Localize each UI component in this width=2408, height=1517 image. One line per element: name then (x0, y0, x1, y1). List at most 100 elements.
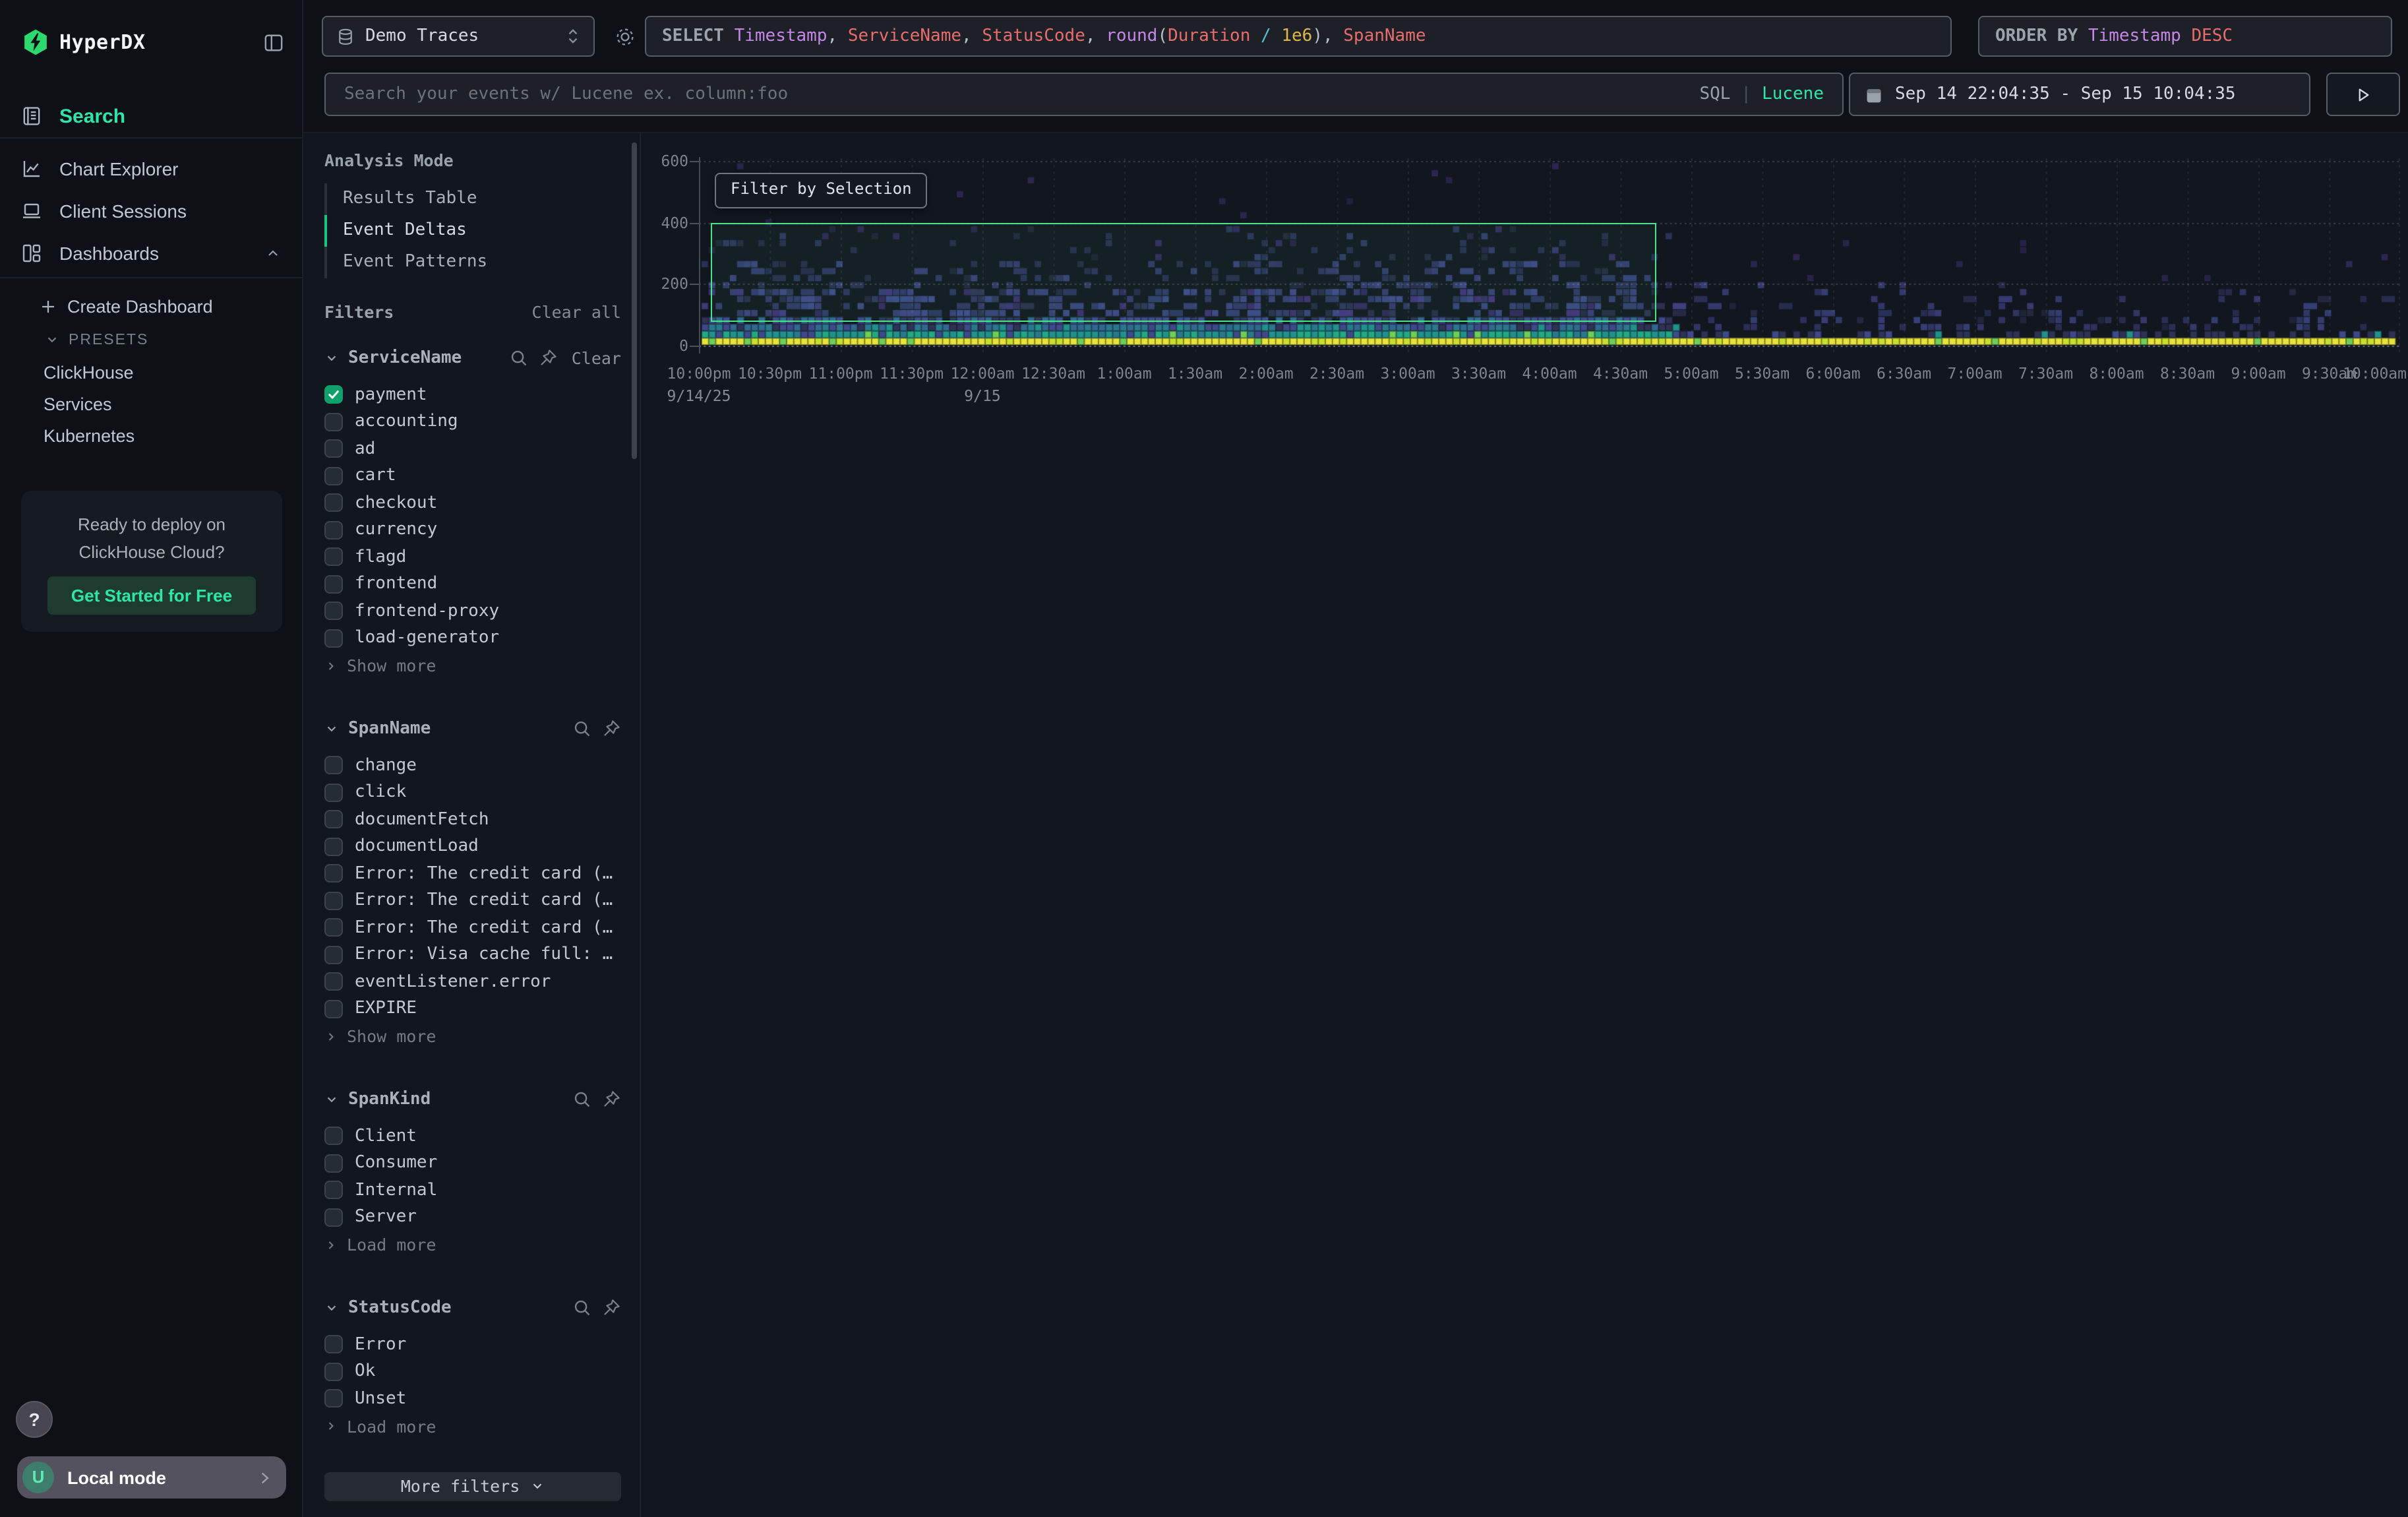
filter-item-documentload[interactable]: documentLoad (324, 833, 621, 860)
checkbox[interactable] (324, 413, 343, 431)
local-mode-user-chip[interactable]: U Local mode (17, 1456, 286, 1499)
create-dashboard-button[interactable]: Create Dashboard (0, 290, 302, 323)
filter-item-change[interactable]: change (324, 752, 621, 779)
checkbox[interactable] (324, 973, 343, 991)
checkbox[interactable] (324, 1336, 343, 1354)
filter-group-name[interactable]: SpanName (348, 718, 431, 738)
filter-item-load-generator[interactable]: load-generator (324, 625, 621, 652)
more-filters-button[interactable]: More filters (324, 1471, 621, 1501)
filter-group-name[interactable]: SpanKind (348, 1089, 431, 1109)
checkbox[interactable] (324, 784, 343, 802)
chart-selection[interactable] (711, 223, 1656, 323)
preset-kubernetes[interactable]: Kubernetes (0, 419, 302, 451)
filter-item-server[interactable]: Server (324, 1204, 621, 1231)
filter-pin-icon[interactable] (601, 718, 621, 738)
presets-section[interactable]: PRESETS (0, 323, 302, 356)
checkbox[interactable] (324, 838, 343, 856)
filter-group-name[interactable]: StatusCode (348, 1297, 452, 1317)
preset-clickhouse[interactable]: ClickHouse (0, 356, 302, 388)
filter-pin-icon[interactable] (601, 1297, 621, 1317)
filter-item-checkout[interactable]: checkout (324, 489, 621, 516)
checkbox[interactable] (324, 548, 343, 567)
preset-services[interactable]: Services (0, 388, 302, 419)
filter-item-frontend-proxy[interactable]: frontend-proxy (324, 598, 621, 625)
filter-item-consumer[interactable]: Consumer (324, 1150, 621, 1177)
checkbox[interactable] (324, 892, 343, 910)
filter-item-documentfetch[interactable]: documentFetch (324, 806, 621, 833)
checkbox[interactable] (324, 811, 343, 829)
checkbox[interactable] (324, 494, 343, 512)
time-range-picker[interactable]: Sep 14 22:04:35 - Sep 15 10:04:35 (1849, 73, 2310, 116)
filter-item-error[interactable]: Error (324, 1331, 621, 1358)
analysis-option-event-deltas[interactable]: Event Deltas (324, 215, 621, 247)
filter-item-cart[interactable]: cart (324, 462, 621, 489)
checkbox[interactable] (324, 1154, 343, 1173)
search-input[interactable] (344, 84, 1689, 104)
load-more-link[interactable]: Load more (324, 1412, 621, 1440)
checkbox-checked[interactable] (324, 386, 343, 404)
analysis-option-results-table[interactable]: Results Table (324, 183, 621, 215)
filter-item-error-visa-cache-full[interactable]: Error: Visa cache full: … (324, 941, 621, 968)
filter-item-ok[interactable]: Ok (324, 1358, 621, 1385)
checkbox[interactable] (324, 440, 343, 458)
collapse-sidebar-icon[interactable] (264, 32, 284, 52)
checkbox[interactable] (324, 865, 343, 883)
filter-pin-icon[interactable] (601, 1089, 621, 1109)
filter-item-error-the-credit-card[interactable]: Error: The credit card (… (324, 914, 621, 941)
filter-search-icon[interactable] (572, 718, 592, 738)
filter-item-accounting[interactable]: accounting (324, 408, 621, 435)
filter-item-expire[interactable]: EXPIRE (324, 995, 621, 1022)
filter-search-icon[interactable] (510, 348, 529, 367)
filter-search-icon[interactable] (572, 1089, 592, 1109)
sidebar-item-chart-explorer[interactable]: Chart Explorer (0, 148, 302, 190)
checkbox[interactable] (324, 919, 343, 937)
filter-item-internal[interactable]: Internal (324, 1177, 621, 1204)
filter-search-icon[interactable] (572, 1297, 592, 1317)
get-started-button[interactable]: Get Started for Free (47, 576, 256, 615)
data-source-select[interactable]: Demo Traces (322, 16, 595, 57)
source-settings-gear-icon[interactable] (605, 16, 645, 57)
filter-item-eventlistener-error[interactable]: eventListener.error (324, 968, 621, 995)
checkbox[interactable] (324, 1181, 343, 1200)
run-query-button[interactable] (2326, 73, 2400, 116)
checkbox[interactable] (324, 521, 343, 540)
checkbox[interactable] (324, 1000, 343, 1018)
filters-scrollbar[interactable] (632, 142, 637, 459)
checkbox[interactable] (324, 629, 343, 648)
filter-item-click[interactable]: click (324, 779, 621, 806)
filter-item-frontend[interactable]: frontend (324, 571, 621, 598)
select-query-input[interactable]: SELECT Timestamp, ServiceName, StatusCod… (645, 16, 1952, 57)
analysis-option-event-patterns[interactable]: Event Patterns (324, 247, 621, 278)
orderby-input[interactable]: ORDER BY Timestamp DESC (1978, 16, 2392, 57)
filter-item-error-the-credit-card[interactable]: Error: The credit card (… (324, 860, 621, 887)
load-more-link[interactable]: Load more (324, 1231, 621, 1258)
checkbox[interactable] (324, 1390, 343, 1408)
filter-item-unset[interactable]: Unset (324, 1385, 621, 1412)
checkbox[interactable] (324, 1127, 343, 1146)
lucene-mode-toggle[interactable]: Lucene (1762, 84, 1824, 104)
show-more-link[interactable]: Show more (324, 652, 621, 679)
filter-pin-icon[interactable] (539, 348, 558, 367)
filter-item-ad[interactable]: ad (324, 435, 621, 462)
show-more-link[interactable]: Show more (324, 1022, 621, 1050)
checkbox[interactable] (324, 757, 343, 775)
help-button[interactable]: ? (16, 1401, 53, 1438)
checkbox[interactable] (324, 575, 343, 594)
filter-item-currency[interactable]: currency (324, 516, 621, 543)
clear-all-filters-button[interactable]: Clear all (532, 302, 621, 322)
filter-clear-button[interactable]: Clear (572, 348, 621, 367)
filter-by-selection-button[interactable]: Filter by Selection (715, 173, 928, 208)
sidebar-item-search[interactable]: Search (0, 95, 302, 137)
checkbox[interactable] (324, 946, 343, 964)
filter-item-client[interactable]: Client (324, 1123, 621, 1150)
checkbox[interactable] (324, 1363, 343, 1381)
checkbox[interactable] (324, 467, 343, 485)
sidebar-item-client-sessions[interactable]: Client Sessions (0, 190, 302, 232)
checkbox[interactable] (324, 602, 343, 621)
filter-group-name[interactable]: ServiceName (348, 348, 462, 367)
filter-item-payment[interactable]: payment (324, 381, 621, 408)
checkbox[interactable] (324, 1208, 343, 1227)
sql-mode-toggle[interactable]: SQL (1699, 84, 1730, 104)
sidebar-item-dashboards[interactable]: Dashboards (0, 232, 302, 274)
filter-item-error-the-credit-card[interactable]: Error: The credit card (… (324, 887, 621, 914)
